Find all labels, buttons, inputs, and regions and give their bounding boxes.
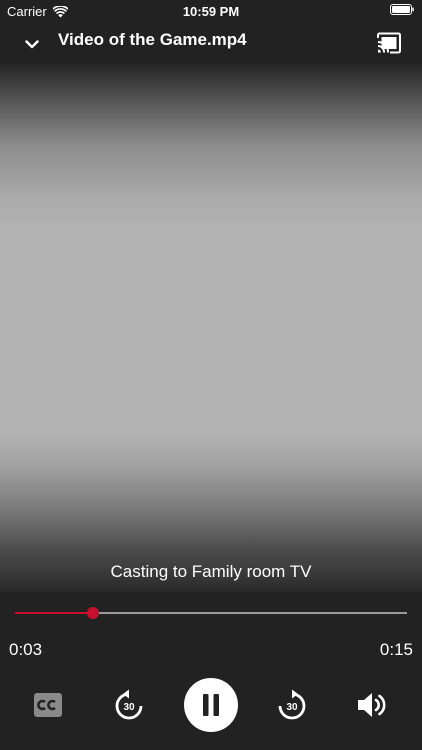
video-player-screen: Carrier 10:59 PM Video of the Game.mp4 C… [0,0,422,750]
chevron-down-icon [25,39,39,48]
pause-icon [203,694,219,716]
forward-30-icon: 30 [278,689,306,720]
video-surface[interactable] [0,62,422,592]
seek-bar[interactable] [15,607,407,619]
cast-button[interactable] [376,32,402,54]
forward-seconds-label: 30 [286,702,298,713]
status-time: 10:59 PM [182,4,240,19]
battery-icon [390,4,414,15]
player-header: Video of the Game.mp4 [0,22,422,62]
video-title: Video of the Game.mp4 [58,30,247,49]
cast-icon [377,32,401,54]
closed-captions-icon [34,693,62,717]
collapse-button[interactable] [20,32,44,56]
rewind-30-icon: 30 [115,689,143,720]
seek-bar-thumb[interactable] [87,607,100,619]
rewind-30-button[interactable]: 30 [112,688,146,722]
current-time: 0:03 [9,640,43,659]
closed-captions-button[interactable] [33,692,63,718]
volume-icon [358,693,386,717]
status-bar: Carrier 10:59 PM [0,0,422,22]
volume-button[interactable] [356,690,388,720]
casting-status: Casting to Family room TV [110,562,312,581]
playback-controls: 30 30 [0,676,422,736]
forward-30-button[interactable]: 30 [275,688,309,722]
total-duration: 0:15 [379,640,413,659]
rewind-seconds-label: 30 [123,702,135,713]
seek-bar-progress [15,612,94,614]
pause-button[interactable] [184,678,238,732]
